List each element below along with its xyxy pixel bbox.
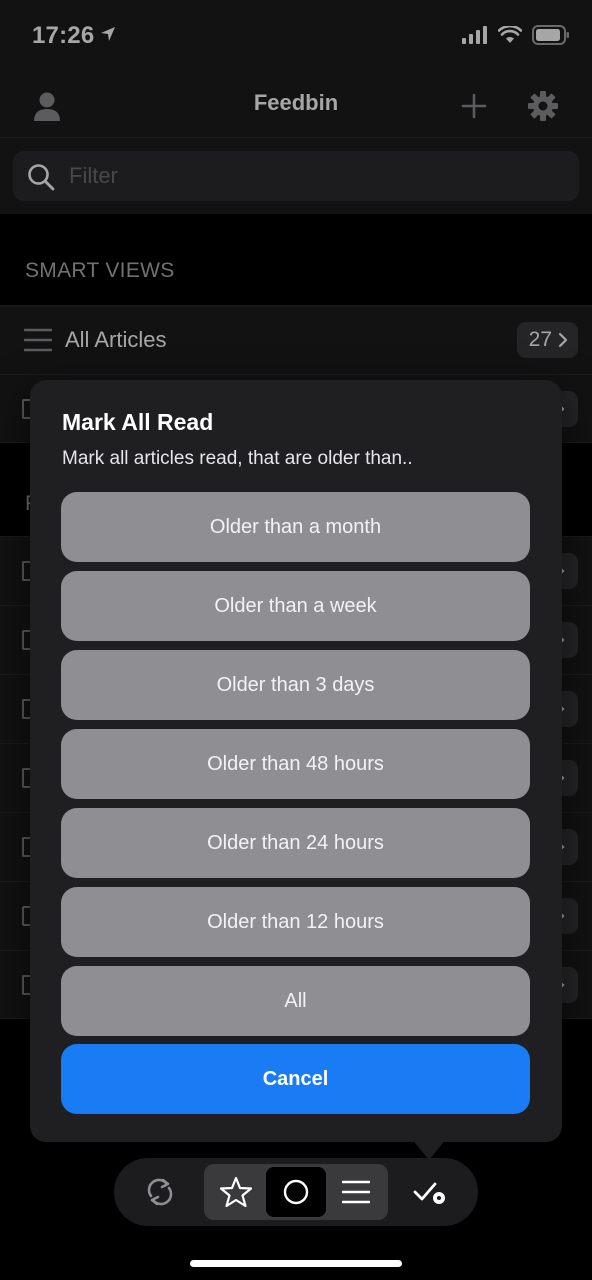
cancel-button[interactable]: Cancel <box>61 1044 530 1114</box>
popover-title: Mark All Read <box>62 409 214 435</box>
older-than-24-hours-button[interactable]: Older than 24 hours <box>61 808 530 878</box>
unread-circle-icon[interactable] <box>276 1172 316 1212</box>
filter-segmented-control[interactable] <box>204 1164 388 1220</box>
mark-all-button[interactable]: All <box>61 966 530 1036</box>
popover-subtitle: Mark all articles read, that are older t… <box>62 448 413 469</box>
mark-all-read-popover: Mark All Read Mark all articles read, th… <box>30 380 562 1142</box>
older-than-week-button[interactable]: Older than a week <box>61 571 530 641</box>
mark-read-icon[interactable] <box>410 1172 450 1212</box>
popover-arrow <box>411 1138 447 1160</box>
star-icon[interactable] <box>216 1172 256 1212</box>
all-list-icon[interactable] <box>336 1172 376 1212</box>
older-than-3-days-button[interactable]: Older than 3 days <box>61 650 530 720</box>
bottom-toolbar <box>114 1158 478 1226</box>
older-than-month-button[interactable]: Older than a month <box>61 492 530 562</box>
home-indicator <box>190 1260 402 1267</box>
older-than-12-hours-button[interactable]: Older than 12 hours <box>61 887 530 957</box>
older-than-48-hours-button[interactable]: Older than 48 hours <box>61 729 530 799</box>
refresh-icon[interactable] <box>140 1172 180 1212</box>
